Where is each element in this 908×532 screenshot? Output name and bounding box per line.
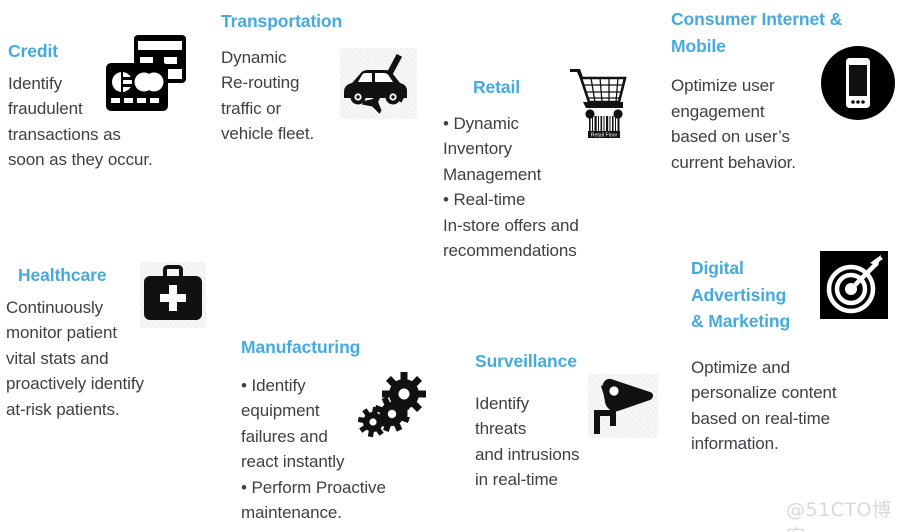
security-camera-icon: [588, 374, 658, 438]
gears-icon: [358, 372, 430, 442]
digital-advertising-body: Optimize and personalize content based o…: [691, 357, 837, 454]
credit-card-icon: [100, 27, 192, 119]
watermark-label: @51CTO博客: [786, 499, 892, 532]
barcode-label: Retail Floor: [591, 133, 618, 139]
surveillance-heading: Surveillance: [475, 351, 577, 371]
manufacturing-heading: Manufacturing: [241, 337, 361, 357]
target-arrow-icon: [820, 251, 888, 319]
slide-canvas: Credit Identify fraudulent transactions …: [0, 0, 908, 532]
transportation-heading: Transportation: [221, 11, 343, 31]
shopping-cart-barcode-icon: Retail Floor: [567, 64, 629, 140]
car-and-plane-icon: [340, 48, 417, 119]
mobile-phone-icon: [821, 46, 895, 120]
medical-bag-icon: [140, 262, 206, 328]
